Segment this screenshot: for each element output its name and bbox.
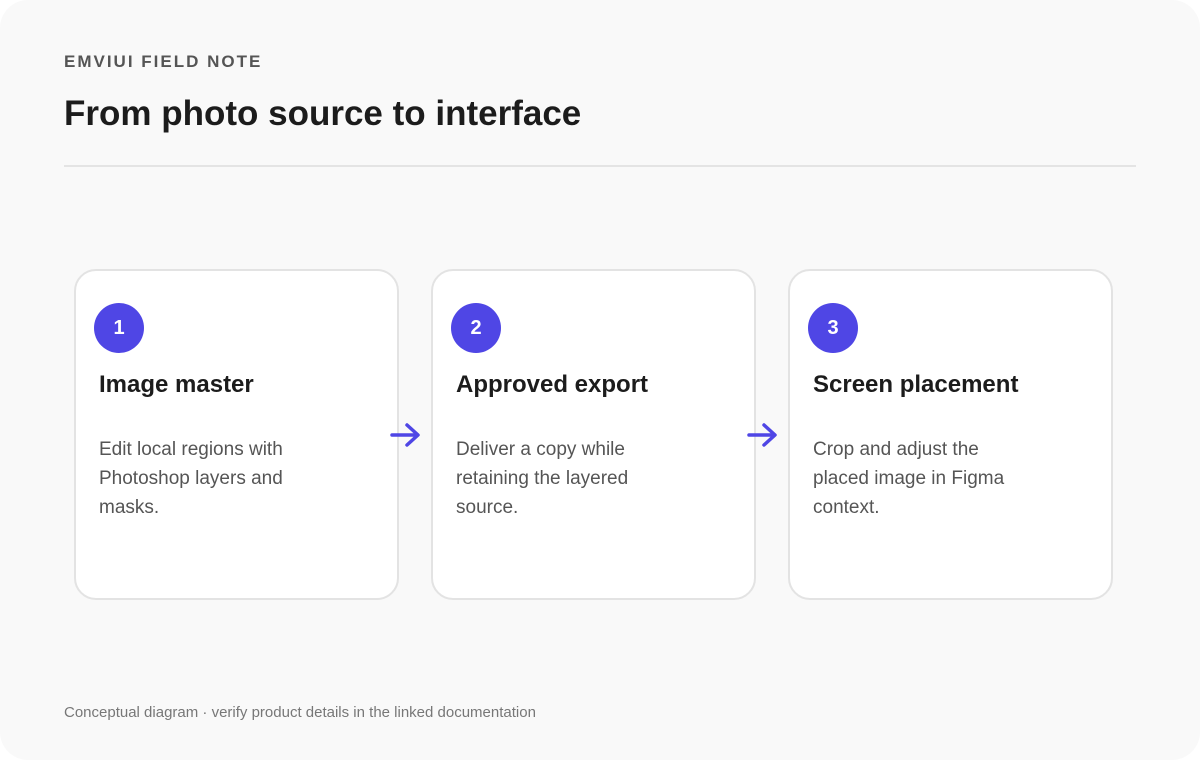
step-number-badge: 2: [451, 303, 501, 353]
diagram-canvas: EMVIUI FIELD NOTE From photo source to i…: [0, 0, 1200, 760]
step-description: Crop and adjust the placed image in Figm…: [813, 439, 1005, 518]
step-title: Screen placement: [813, 371, 1019, 398]
step-card-image-master: 1 Image master Edit local regions with P…: [74, 269, 399, 600]
header-divider: [64, 165, 1136, 167]
step-card-approved-export: 2 Approved export Deliver a copy while r…: [431, 269, 756, 600]
eyebrow-label: EMVIUI FIELD NOTE: [64, 52, 263, 71]
step-number-badge: 3: [808, 303, 858, 353]
step-number-badge: 1: [94, 303, 144, 353]
step-description: Edit local regions with Photoshop layers…: [99, 439, 283, 518]
footnote: Conceptual diagram · verify product deta…: [64, 704, 536, 721]
arrow-right-icon: [747, 423, 777, 447]
step-card-screen-placement: 3 Screen placement Crop and adjust the p…: [788, 269, 1113, 600]
arrow-right-icon: [390, 423, 420, 447]
step-title: Image master: [99, 371, 254, 398]
page-title: From photo source to interface: [64, 94, 582, 133]
step-title: Approved export: [456, 371, 649, 398]
step-description: Deliver a copy while retaining the layer…: [456, 439, 629, 518]
